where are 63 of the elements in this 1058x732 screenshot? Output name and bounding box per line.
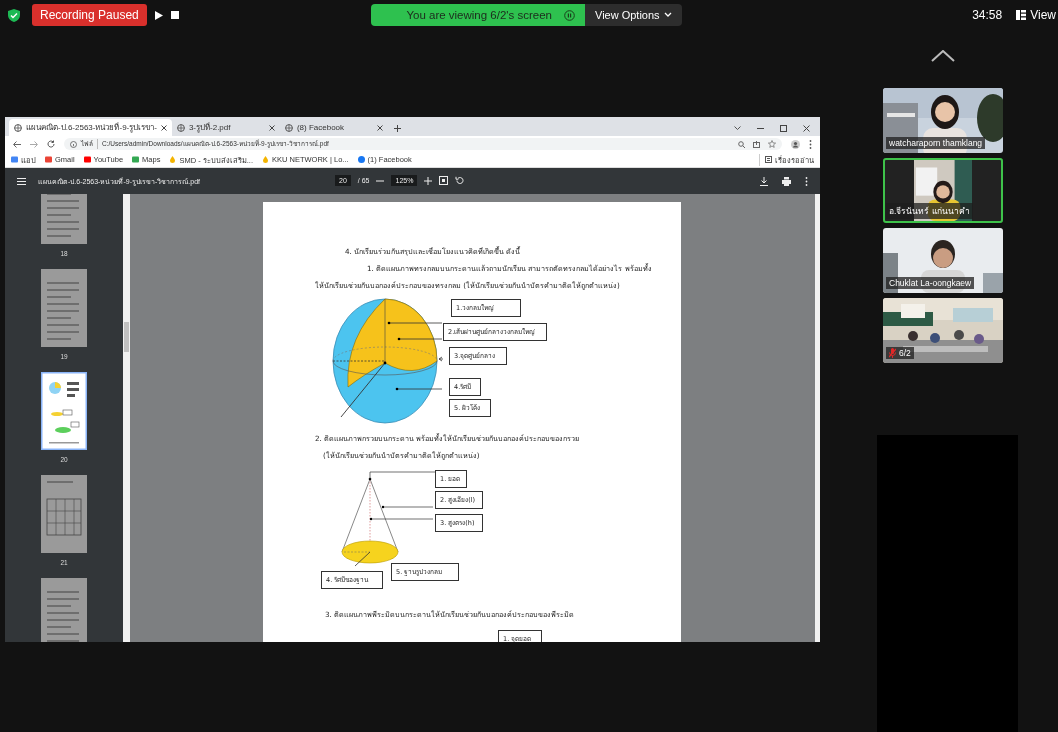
- more-icon[interactable]: [809, 139, 812, 149]
- browser-tab[interactable]: 3-รูปที่-2.pdf: [171, 119, 280, 136]
- bookmark-favicon-icon: [132, 156, 140, 163]
- page-thumbnail[interactable]: [41, 372, 87, 450]
- globe-icon: [14, 123, 22, 132]
- page-thumbnail[interactable]: [41, 578, 87, 642]
- globe-icon: [284, 123, 293, 132]
- maximize-icon[interactable]: [780, 125, 787, 132]
- participant-name: อ.จีรนันทร์ แก่นนาคำ: [889, 205, 970, 218]
- share-icon[interactable]: [753, 140, 760, 148]
- view-button[interactable]: View: [1016, 8, 1056, 22]
- scrollbar-thumb[interactable]: [124, 322, 129, 352]
- play-icon[interactable]: [154, 10, 163, 20]
- bookmark-favicon-icon: [45, 156, 52, 163]
- new-tab-icon[interactable]: [393, 125, 401, 132]
- pause-icon[interactable]: [564, 9, 575, 21]
- participant-video-tile[interactable]: 6/2: [883, 298, 1003, 363]
- browser-tab[interactable]: แผนคณิต-ป.6-2563-หน่วยที่-9-รูปเรขา-: [9, 119, 172, 136]
- download-icon[interactable]: [760, 176, 768, 186]
- participant-video-tile[interactable]: watcharaporn thamklang: [883, 88, 1003, 153]
- chevron-down-icon[interactable]: [734, 126, 741, 131]
- browser-tab[interactable]: (8) Facebook: [279, 119, 388, 136]
- close-icon[interactable]: [803, 125, 810, 132]
- participant-name: watcharaporn thamklang: [889, 138, 983, 148]
- list-icon: [765, 156, 772, 163]
- fit-page-icon[interactable]: [439, 176, 449, 185]
- reload-icon[interactable]: [47, 140, 55, 148]
- stop-icon[interactable]: [170, 11, 179, 19]
- rotate-icon[interactable]: [455, 176, 465, 185]
- grid-view-icon: [1016, 10, 1027, 20]
- bookmark-favicon-icon: [83, 156, 91, 163]
- more-icon[interactable]: [805, 176, 808, 186]
- info-icon: [70, 140, 77, 148]
- close-icon[interactable]: [268, 124, 275, 131]
- recording-status-button[interactable]: Recording Paused: [32, 4, 147, 26]
- participant-video-tile[interactable]: Chuklat La-oongkaew: [883, 228, 1003, 293]
- viewing-text: You are viewing 6/2's screen: [406, 9, 552, 21]
- zoom-in-icon[interactable]: [424, 176, 433, 185]
- meeting-timer: 34:58: [972, 8, 1003, 22]
- globe-icon: [176, 123, 185, 132]
- back-arrow-icon[interactable]: [13, 140, 21, 148]
- page-thumbnail[interactable]: [41, 269, 87, 347]
- page-thumbnail[interactable]: [41, 475, 87, 553]
- bookmark-favicon-icon: [11, 156, 18, 163]
- shield-icon: [8, 8, 20, 22]
- zoom-out-icon[interactable]: [376, 179, 385, 182]
- scrollbar[interactable]: [123, 194, 130, 642]
- close-icon[interactable]: [376, 124, 383, 131]
- participant-video-tile[interactable]: อ.จีรนันทร์ แก่นนาคำ: [883, 158, 1003, 223]
- zoom-icon[interactable]: [738, 140, 745, 148]
- star-icon[interactable]: [768, 140, 776, 148]
- scrollbar[interactable]: [815, 194, 820, 642]
- participant-name: Chuklat La-oongkaew: [889, 278, 972, 288]
- view-options-button[interactable]: View Options: [585, 4, 682, 26]
- print-icon[interactable]: [782, 176, 791, 186]
- bookmark-favicon-icon: [357, 156, 365, 163]
- close-icon[interactable]: [160, 124, 167, 131]
- caret-icon: [663, 12, 672, 18]
- menu-icon[interactable]: [17, 177, 26, 185]
- participant-name: 6/2: [899, 348, 911, 358]
- profile-icon[interactable]: [791, 139, 800, 149]
- chevron-up-icon[interactable]: [931, 50, 955, 62]
- minimize-icon[interactable]: [757, 125, 764, 132]
